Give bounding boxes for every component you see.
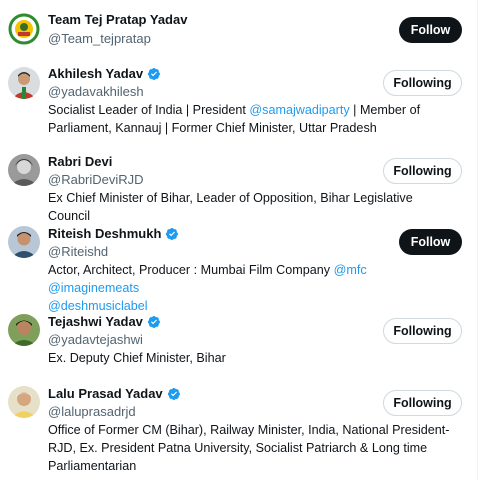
bio-text: Parliamentarian — [48, 459, 137, 473]
avatar[interactable] — [8, 226, 40, 258]
account-name[interactable]: Team Tej Pratap Yadav — [48, 12, 187, 27]
account-card-tejashwi[interactable]: Tejashwi Yadav @yadavtejashwi Ex. Deputy… — [0, 304, 477, 376]
account-name[interactable]: Tejashwi Yadav — [48, 314, 161, 329]
bio-link-imaginemeats[interactable]: @imaginemeats — [48, 281, 139, 295]
following-button[interactable]: Following — [383, 158, 462, 184]
verified-badge-icon — [148, 67, 161, 80]
bio-text: RJD, Ex. President Patna University, Soc… — [48, 441, 428, 455]
account-handle[interactable]: @RabriDeviRJD — [48, 172, 144, 187]
account-card-lalu[interactable]: Lalu Prasad Yadav @laluprasadrjd Office … — [0, 376, 477, 480]
account-name[interactable]: Lalu Prasad Yadav — [48, 386, 181, 401]
bio-text: Socialist Leader of India | President — [48, 103, 250, 117]
following-button[interactable]: Following — [383, 318, 462, 344]
account-handle[interactable]: @Riteishd — [48, 244, 108, 259]
following-button[interactable]: Following — [383, 390, 462, 416]
account-name[interactable]: Rabri Devi — [48, 154, 112, 169]
bio-text: Parliament, Kannauj | Former Chief Minis… — [48, 121, 377, 135]
account-bio: Ex. Deputy Chief Minister, Bihar — [48, 349, 458, 367]
bio-text: Ex. Deputy Chief Minister, Bihar — [48, 351, 226, 365]
verified-badge-icon — [167, 387, 180, 400]
account-card-riteish[interactable]: Riteish Deshmukh @Riteishd Actor, Archit… — [0, 216, 477, 313]
account-card-rabri[interactable]: Rabri Devi @RabriDeviRJD Ex Chief Minist… — [0, 144, 477, 223]
name-text[interactable]: Akhilesh Yadav — [48, 66, 143, 81]
account-handle[interactable]: @laluprasadrjd — [48, 404, 136, 419]
bio-text: Office of Former CM (Bihar), Railway Min… — [48, 423, 450, 437]
follow-button[interactable]: Follow — [399, 17, 462, 43]
account-handle[interactable]: @Team_tejpratap — [48, 31, 151, 46]
scrollbar[interactable] — [477, 0, 494, 480]
account-card-akhilesh[interactable]: Akhilesh Yadav @yadavakhilesh Socialist … — [0, 56, 477, 144]
avatar[interactable] — [8, 67, 40, 99]
account-bio: Office of Former CM (Bihar), Railway Min… — [48, 421, 458, 475]
bio-text: Actor, Architect, Producer : Mumbai Film… — [48, 263, 334, 277]
verified-badge-icon — [147, 315, 160, 328]
account-handle[interactable]: @yadavakhilesh — [48, 84, 144, 99]
name-text[interactable]: Tejashwi Yadav — [48, 314, 143, 329]
account-name[interactable]: Riteish Deshmukh — [48, 226, 179, 241]
name-text[interactable]: Team Tej Pratap Yadav — [48, 12, 187, 27]
verified-badge-icon — [166, 227, 179, 240]
following-button[interactable]: Following — [383, 70, 462, 96]
account-card-team-tejpratap[interactable]: Team Tej Pratap Yadav @Team_tejpratap Fo… — [0, 0, 477, 56]
follow-button[interactable]: Follow — [399, 229, 462, 255]
account-bio: Socialist Leader of India | President @s… — [48, 101, 458, 137]
name-text[interactable]: Rabri Devi — [48, 154, 112, 169]
name-text[interactable]: Lalu Prasad Yadav — [48, 386, 163, 401]
bio-link-samajwadiparty[interactable]: @samajwadiparty — [249, 103, 349, 117]
account-handle[interactable]: @yadavtejashwi — [48, 332, 143, 347]
avatar[interactable] — [8, 314, 40, 346]
avatar[interactable] — [8, 13, 40, 45]
account-name[interactable]: Akhilesh Yadav — [48, 66, 161, 81]
avatar[interactable] — [8, 386, 40, 418]
avatar[interactable] — [8, 154, 40, 186]
bio-text: | Member of — [349, 103, 421, 117]
bio-link-mfc[interactable]: @mfc — [334, 263, 367, 277]
name-text[interactable]: Riteish Deshmukh — [48, 226, 161, 241]
